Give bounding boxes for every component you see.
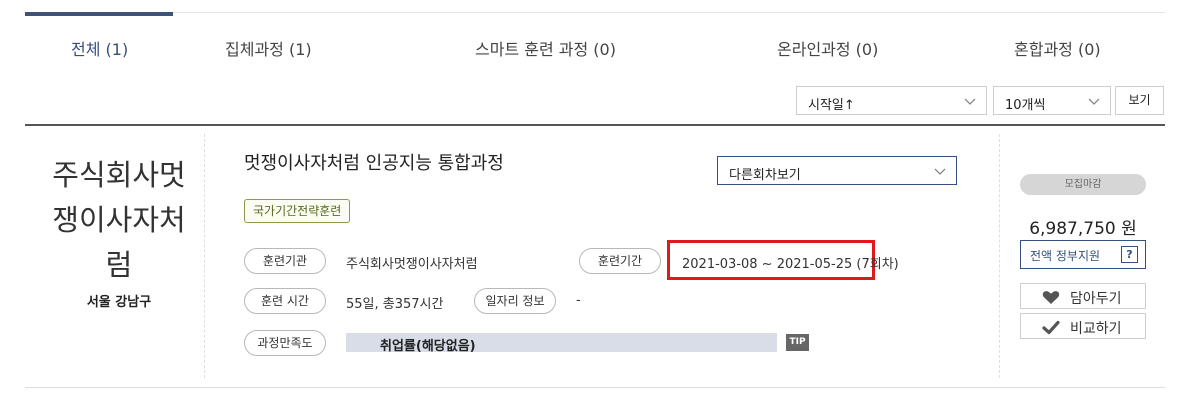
page-size-value: 10개씩 xyxy=(1005,98,1046,113)
label-course-satisfaction: 과정만족도 xyxy=(244,330,326,356)
chevron-down-icon xyxy=(964,98,976,105)
chevron-down-icon xyxy=(1088,98,1100,105)
column-divider xyxy=(999,134,1000,378)
label-training-org: 훈련기관 xyxy=(244,248,326,274)
tab-smart-training[interactable]: 스마트 훈련 과정 (0) xyxy=(475,36,616,60)
sort-select-value: 시작일↑ xyxy=(808,98,855,113)
list-top-divider xyxy=(25,124,1165,126)
tip-button[interactable]: TIP xyxy=(786,334,809,351)
heart-icon xyxy=(1042,291,1060,304)
compare-button[interactable]: 비교하기 xyxy=(1020,313,1146,339)
list-bottom-divider xyxy=(25,387,1165,388)
tab-group-course[interactable]: 집체과정 (1) xyxy=(225,36,312,60)
gov-support-box: 전액 정부지원 ? xyxy=(1020,240,1146,269)
job-info-value: - xyxy=(576,293,581,308)
training-org-location: 서울 강남구 xyxy=(86,295,152,310)
help-button[interactable]: ? xyxy=(1121,246,1138,263)
page-size-select[interactable]: 10개씩 xyxy=(993,86,1111,115)
other-rounds-select[interactable]: 다른회차보기 xyxy=(717,156,957,185)
training-org-value: 주식회사멋쟁이사자처럼 xyxy=(346,257,478,272)
course-price: 6,987,750 원 xyxy=(1029,219,1137,239)
tab-all[interactable]: 전체 (1) xyxy=(71,36,128,60)
column-divider xyxy=(204,134,205,378)
active-tab-indicator xyxy=(25,12,173,16)
compare-label: 비교하기 xyxy=(1070,321,1122,337)
training-org-name[interactable]: 주식회사멋쟁이사자처럼 xyxy=(40,153,198,288)
training-hours-value: 55일, 총357시간 xyxy=(346,297,444,312)
course-title[interactable]: 멋쟁이사자처럼 인공지능 통합과정 xyxy=(244,149,504,175)
label-training-period: 훈련기간 xyxy=(579,248,661,274)
checkmark-icon xyxy=(1042,320,1060,335)
training-period-value: 2021-03-08 ~ 2021-05-25 (7회차) xyxy=(682,257,899,272)
chevron-down-icon xyxy=(934,168,946,175)
label-job-info: 일자리 정보 xyxy=(474,288,556,314)
course-type-tabs: 전체 (1) 집체과정 (1) 스마트 훈련 과정 (0) 온라인과정 (0) … xyxy=(25,12,1165,78)
tabs-divider xyxy=(173,12,1165,13)
label-training-hours: 훈련 시간 xyxy=(244,288,326,314)
tab-blended-course[interactable]: 혼합과정 (0) xyxy=(1014,36,1101,60)
other-rounds-value: 다른회차보기 xyxy=(729,168,801,183)
gov-support-label: 전액 정부지원 xyxy=(1030,249,1101,263)
wishlist-button[interactable]: 담아두기 xyxy=(1020,283,1146,309)
tab-online-course[interactable]: 온라인과정 (0) xyxy=(777,36,878,60)
wishlist-label: 담아두기 xyxy=(1070,291,1122,307)
view-button[interactable]: 보기 xyxy=(1115,86,1164,115)
sort-select[interactable]: 시작일↑ xyxy=(796,86,987,115)
employment-rate-text: 취업률(해당없음) xyxy=(380,339,476,354)
national-strategy-badge: 국가기간전략훈련 xyxy=(244,199,351,223)
recruitment-status-badge: 모집마감 xyxy=(1020,174,1146,195)
